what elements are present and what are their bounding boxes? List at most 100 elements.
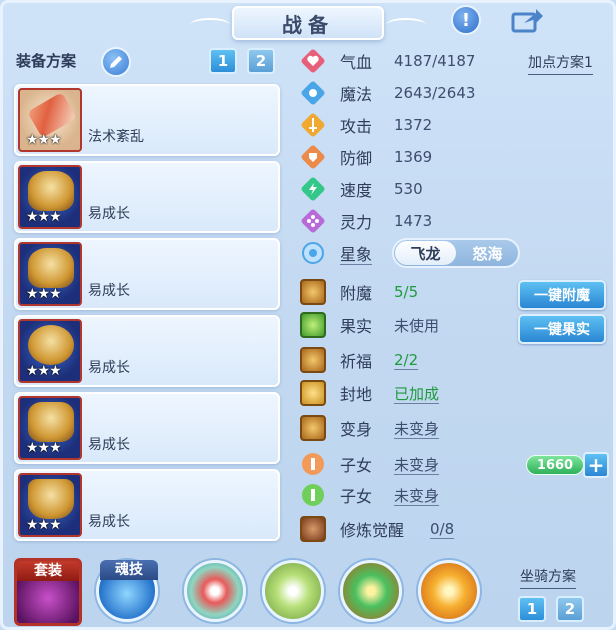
equip-slot-3[interactable]: ★★★ 易成长 <box>14 238 280 310</box>
stat-value: 530 <box>394 180 423 198</box>
enhance-value[interactable]: 0/8 <box>430 520 454 538</box>
skill-icon-4[interactable] <box>418 560 480 622</box>
exclamation-icon: ! <box>461 9 471 31</box>
equip-name: 易成长 <box>88 206 130 222</box>
star-rating: ★★★ <box>26 440 62 456</box>
mount-plan-1-button[interactable]: 1 <box>518 596 546 622</box>
equipment-icon: ★★★ <box>18 88 82 152</box>
equip-name: 法术紊乱 <box>88 129 144 145</box>
edit-plan-button[interactable] <box>101 47 131 77</box>
equip-name: 易成长 <box>88 437 130 453</box>
enhance-value[interactable]: 未变身 <box>394 418 439 439</box>
page-title: 战备 <box>282 12 334 37</box>
suit-label: 套装 <box>17 561 79 581</box>
share-button[interactable] <box>510 6 544 34</box>
sword-icon <box>300 112 326 138</box>
enhance-row-enchant: 附魔 5/5 <box>300 278 418 306</box>
stat-row-defense: 防御 1369 <box>300 143 432 171</box>
fief-icon <box>300 380 326 406</box>
equip-slot-4[interactable]: ★★★ 易成长 <box>14 315 280 387</box>
child-score-badge: 1660 <box>526 455 584 475</box>
enhance-label: 祈福 <box>340 352 373 371</box>
equip-slot-5[interactable]: ★★★ 易成长 <box>14 392 280 464</box>
constellation-toggle[interactable]: 飞龙 怒海 <box>392 238 520 268</box>
enhance-value: 未使用 <box>394 316 440 335</box>
share-icon <box>511 9 543 33</box>
title-banner: 战备 <box>190 6 426 40</box>
mount-plan-label[interactable]: 坐骑方案 <box>520 566 576 589</box>
stat-row-spirit: 灵力 1473 <box>300 207 432 235</box>
enhance-label: 封地 <box>340 385 373 404</box>
equipment-icon: ★★★ <box>18 396 82 460</box>
skill-icon-3[interactable] <box>340 560 402 622</box>
enhance-label: 子女 <box>340 456 373 475</box>
enhance-label: 变身 <box>340 420 373 439</box>
enhance-label: 修炼觉醒 <box>340 521 405 540</box>
equip-plan-1-button[interactable]: 1 <box>209 48 237 74</box>
enhance-value: 5/5 <box>394 283 419 301</box>
stat-row-hp: 气血 4187/4187 <box>300 47 475 75</box>
child-icon <box>300 451 326 477</box>
fruit-icon <box>300 312 326 338</box>
enhance-row-blessing: 祈福 2/2 <box>300 346 418 374</box>
equip-slot-2[interactable]: ★★★ 易成长 <box>14 161 280 233</box>
enhance-row-fruit: 果实 未使用 <box>300 311 439 339</box>
stat-label: 气血 <box>340 53 373 72</box>
mana-icon <box>300 80 326 106</box>
stat-label: 攻击 <box>340 117 373 136</box>
constellation-row: 星象 <box>300 239 372 267</box>
enhance-value[interactable]: 2/2 <box>394 351 418 369</box>
stat-value: 1473 <box>394 212 433 230</box>
constellation-label[interactable]: 星象 <box>340 241 372 265</box>
lightning-icon <box>300 176 326 202</box>
enhance-row-fief: 封地 已加成 <box>300 379 439 407</box>
equip-slot-1[interactable]: ★★★ 法术紊乱 <box>14 84 280 156</box>
skill-icon-1[interactable] <box>184 560 246 622</box>
info-button[interactable]: ! <box>451 5 481 35</box>
stat-label: 防御 <box>340 149 373 168</box>
equip-plan-label: 装备方案 <box>16 52 77 70</box>
equipment-icon: ★★★ <box>18 242 82 306</box>
star-rating: ★★★ <box>26 209 62 225</box>
one-click-enchant-button[interactable]: 一键附魔 <box>518 280 606 310</box>
enhance-row-cultivation: 修炼觉醒 0/8 <box>300 515 454 543</box>
stat-value: 2643/2643 <box>394 84 476 102</box>
heart-icon <box>300 48 326 74</box>
star-rating: ★★★ <box>26 132 62 148</box>
stat-row-attack: 攻击 1372 <box>300 111 432 139</box>
enhance-row-child-2: 子女 未变身 <box>300 481 439 509</box>
constellation-option-nuhai[interactable]: 怒海 <box>457 240 518 266</box>
equip-name: 易成长 <box>88 514 130 530</box>
star-compass-icon <box>300 240 326 266</box>
equipment-icon: ★★★ <box>18 319 82 383</box>
constellation-option-feilong[interactable]: 飞龙 <box>395 241 456 265</box>
enhance-value[interactable]: 未变身 <box>394 454 439 475</box>
stat-row-mp: 魔法 2643/2643 <box>300 79 475 107</box>
equip-name: 易成长 <box>88 283 130 299</box>
star-rating: ★★★ <box>26 517 62 533</box>
equip-plan-2-button[interactable]: 2 <box>247 48 275 74</box>
mount-plan-2-button[interactable]: 2 <box>556 596 584 622</box>
stat-plan-link[interactable]: 加点方案1 <box>528 52 593 75</box>
equip-name: 易成长 <box>88 360 130 376</box>
spirit-icon <box>300 208 326 234</box>
suit-button[interactable]: 套装 <box>14 558 82 626</box>
skill-icon-2[interactable] <box>262 560 324 622</box>
stat-value: 4187/4187 <box>394 52 476 70</box>
stat-label: 魔法 <box>340 85 373 104</box>
pencil-icon <box>110 56 122 68</box>
stat-row-speed: 速度 530 <box>300 175 423 203</box>
enhance-value[interactable]: 已加成 <box>394 383 439 404</box>
enhance-label: 果实 <box>340 317 373 336</box>
star-rating: ★★★ <box>26 286 62 302</box>
plus-button[interactable]: + <box>583 452 609 478</box>
equipment-icon: ★★★ <box>18 165 82 229</box>
equip-slot-6[interactable]: ★★★ 易成长 <box>14 469 280 541</box>
enhance-label: 子女 <box>340 487 373 506</box>
one-click-fruit-button[interactable]: 一键果实 <box>518 314 606 344</box>
soul-skill-label: 魂技 <box>100 560 158 580</box>
equipment-icon: ★★★ <box>18 473 82 537</box>
stat-label: 速度 <box>340 181 373 200</box>
enhance-value[interactable]: 未变身 <box>394 485 439 506</box>
transform-icon <box>300 415 326 441</box>
